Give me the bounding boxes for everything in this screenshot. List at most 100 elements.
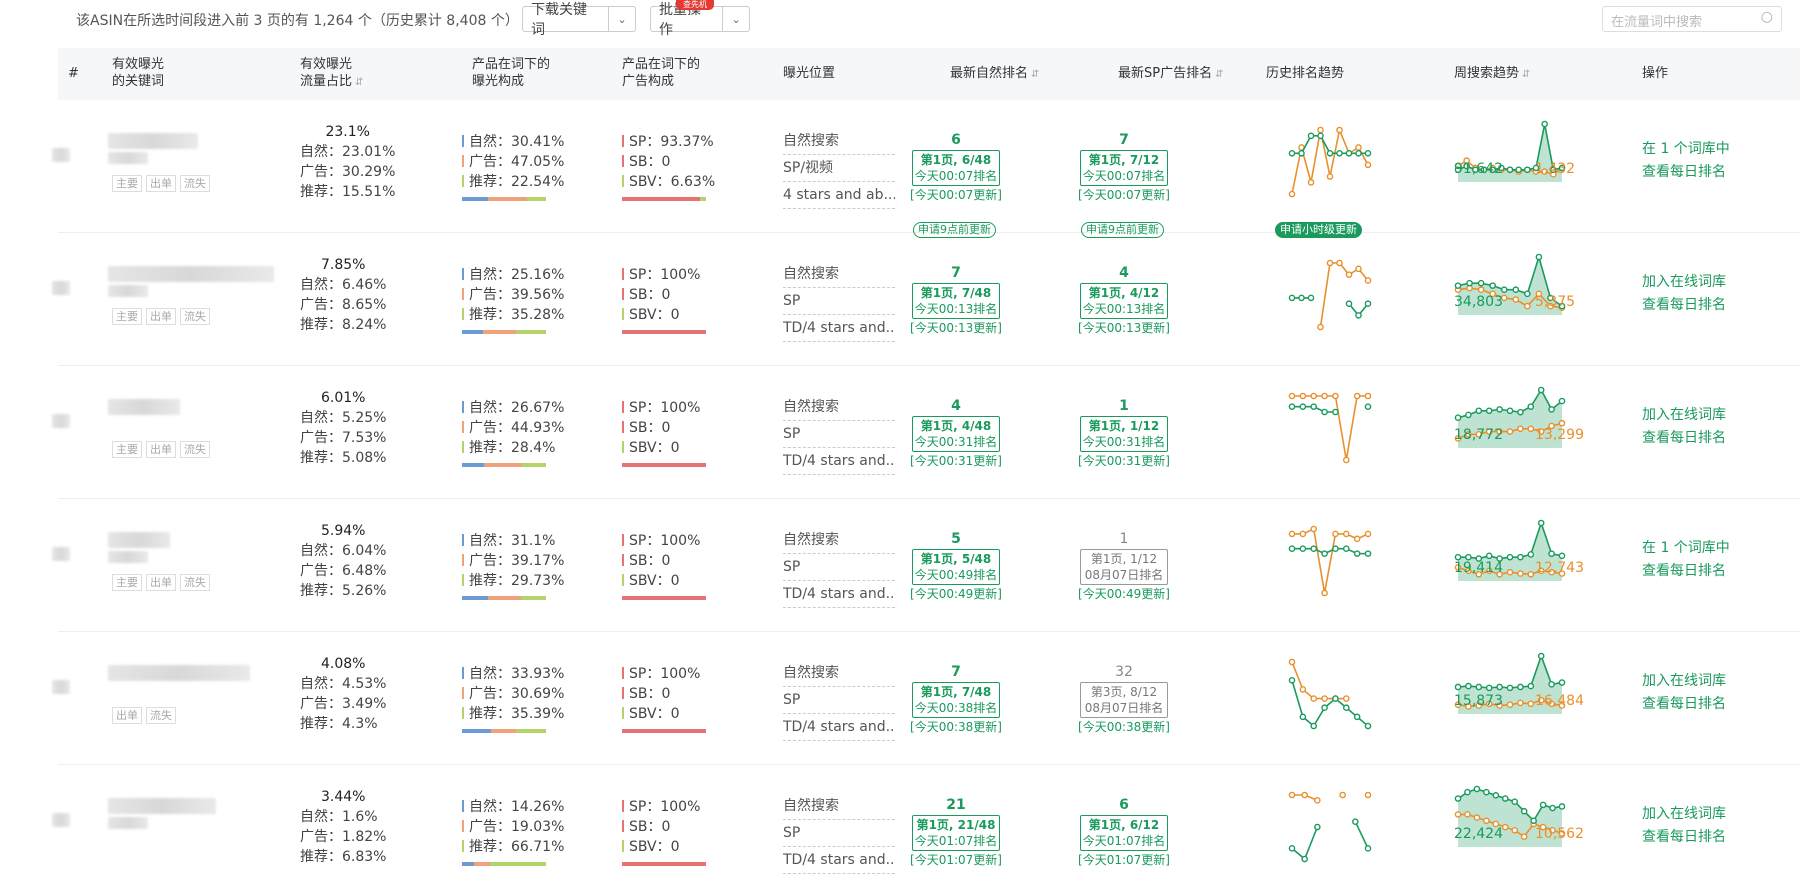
weekly-ad-point — [1483, 817, 1490, 825]
composition-label: SBV： — [629, 174, 671, 190]
traffic-share-label: 推荐： — [300, 583, 342, 599]
composition-label: 自然： — [469, 400, 511, 416]
organic-rank[interactable]: 5 第1页, 5/48 今天00:49排名 [今天00:49更新] — [906, 529, 1006, 603]
history-organic-point — [1345, 149, 1353, 157]
weekly-search-volume: 15,873 — [1454, 693, 1503, 709]
keyword-library-link[interactable]: 加入在线词库 — [1642, 404, 1726, 427]
traffic-share-line: 自然：1.6% — [300, 807, 386, 827]
traffic-share-label: 自然： — [300, 410, 342, 426]
organic-rank-updated: [今天00:38更新] — [910, 720, 1002, 734]
chevron-down-icon[interactable]: ⌄ — [723, 13, 749, 26]
sort-icon[interactable]: ⇵ — [355, 77, 363, 88]
composition-line: 广告：39.56% — [462, 285, 564, 305]
header-ad-line1: 产品在词下的 — [622, 57, 701, 72]
sp-rank-box: 第1页, 1/12 08月07日排名 — [1080, 549, 1168, 585]
weekly-search-point — [1506, 407, 1514, 415]
sort-icon[interactable]: ⇵ — [1031, 69, 1039, 80]
keyword-blurred — [108, 285, 148, 297]
daily-rank-link[interactable]: 查看每日排名 — [1642, 693, 1726, 716]
daily-rank-link[interactable]: 查看每日排名 — [1642, 161, 1730, 184]
composition-bar — [462, 862, 546, 866]
color-marker — [622, 707, 624, 719]
keyword-library-link[interactable]: 加入在线词库 — [1642, 271, 1726, 294]
daily-rank-link[interactable]: 查看每日排名 — [1642, 826, 1726, 849]
sort-icon[interactable]: ⇵ — [1522, 69, 1530, 80]
rank-history-chart[interactable] — [1288, 126, 1372, 198]
sp-rank[interactable]: 32 第3页, 8/12 08月07日排名 [今天00:38更新] — [1074, 662, 1174, 736]
organic-rank[interactable]: 6 第1页, 6/48 今天00:07排名 [今天00:07更新] — [906, 130, 1006, 204]
sp-rank-time: 08月07日排名 — [1084, 701, 1164, 715]
header-share[interactable]: 有效曝光 流量占比 ⇵ — [300, 56, 363, 91]
header-organic-rank[interactable]: 最新自然排名 ⇵ — [950, 65, 1039, 83]
weekly-search-point — [1527, 682, 1535, 690]
organic-rank-box: 第1页, 7/48 今天00:13排名 — [912, 283, 1000, 319]
keyword-library-link[interactable]: 在 1 个词库中 — [1642, 138, 1730, 161]
keyword-blurred[interactable] — [108, 266, 274, 282]
history-ad-point — [1345, 271, 1353, 278]
sp-rank[interactable]: 4 第1页, 4/12 今天00:13排名 [今天00:13更新] — [1074, 263, 1174, 337]
organic-rank[interactable]: 7 第1页, 7/48 今天00:13排名 [今天00:13更新] — [906, 263, 1006, 337]
traffic-share-value: 6.48% — [342, 563, 387, 579]
header-weekly[interactable]: 周搜索趋势 ⇵ — [1454, 65, 1530, 83]
composition-label: 广告： — [469, 154, 511, 170]
color-marker — [462, 288, 464, 300]
composition-line: SB：0 — [622, 684, 700, 704]
traffic-share-label: 推荐： — [300, 184, 342, 200]
weekly-search-point — [1539, 801, 1547, 809]
ad-composition: SP：100% SB：0 SBV：0 — [622, 531, 700, 591]
keyword-blurred[interactable] — [108, 532, 170, 548]
composition-bar — [622, 596, 706, 600]
composition-line: 推荐：22.54% — [462, 172, 564, 192]
composition-line: 广告：19.03% — [462, 817, 564, 837]
organic-rank[interactable]: 4 第1页, 4/48 今天00:31排名 [今天00:31更新] — [906, 396, 1006, 470]
history-ad-point — [1342, 530, 1350, 538]
sp-rank-box: 第1页, 6/12 今天01:07排名 — [1080, 815, 1168, 851]
sp-rank-time: 今天01:07排名 — [1082, 834, 1166, 848]
composition-label: SBV： — [629, 706, 671, 722]
history-organic-point — [1342, 704, 1350, 712]
keyword-library-link[interactable]: 加入在线词库 — [1642, 670, 1726, 693]
sp-rank[interactable]: 7 第1页, 7/12 今天00:07排名 [今天00:07更新] — [1074, 130, 1174, 204]
sp-rank[interactable]: 6 第1页, 6/12 今天01:07排名 [今天01:07更新] — [1074, 795, 1174, 869]
row-index-blurred — [52, 547, 70, 561]
header-sp-rank[interactable]: 最新SP广告排名 ⇵ — [1118, 65, 1223, 83]
keyword-blurred[interactable] — [108, 665, 250, 681]
sp-rank[interactable]: 1 第1页, 1/12 08月07日排名 [今天00:49更新] — [1074, 529, 1174, 603]
composition-bar-segment — [622, 729, 706, 733]
keyword-blurred[interactable] — [108, 133, 198, 149]
rank-history-chart[interactable] — [1288, 525, 1372, 597]
tag-badge: 出单 — [146, 574, 176, 591]
history-ad-point — [1317, 323, 1324, 331]
daily-rank-link[interactable]: 查看每日排名 — [1642, 560, 1730, 583]
rank-history-chart[interactable] — [1288, 658, 1372, 730]
keyword-library-link[interactable]: 加入在线词库 — [1642, 803, 1726, 826]
history-organic-point — [1326, 149, 1334, 157]
rank-history-chart[interactable] — [1288, 259, 1372, 331]
rank-history-chart[interactable] — [1288, 392, 1372, 464]
organic-rank-page: 第1页, 7/48 — [920, 685, 992, 699]
weekly-ad-point — [1464, 811, 1471, 818]
search-input[interactable]: 在流量词中搜索 ○ — [1602, 6, 1782, 32]
organic-rank[interactable]: 7 第1页, 7/48 今天00:38排名 [今天00:38更新] — [906, 662, 1006, 736]
composition-line: SBV：0 — [622, 438, 700, 458]
composition-bar — [622, 729, 706, 733]
history-organic-point — [1345, 300, 1353, 308]
keyword-blurred[interactable] — [108, 399, 180, 415]
daily-rank-link[interactable]: 查看每日排名 — [1642, 427, 1726, 450]
tag-badge: 出单 — [146, 308, 176, 325]
daily-rank-link[interactable]: 查看每日排名 — [1642, 294, 1726, 317]
composition-label: 推荐： — [469, 307, 511, 323]
chevron-down-icon[interactable]: ⌄ — [609, 13, 635, 26]
keyword-library-link[interactable]: 在 1 个词库中 — [1642, 537, 1730, 560]
search-icon[interactable]: ○ — [1761, 9, 1773, 25]
weekly-search-point — [1558, 803, 1566, 810]
rank-history-chart[interactable] — [1288, 791, 1372, 863]
weekly-ad-point — [1477, 286, 1485, 294]
sort-icon[interactable]: ⇵ — [1215, 69, 1223, 80]
color-marker — [462, 820, 464, 832]
download-keywords-button[interactable]: 下载关键词 ⌄ — [522, 2, 636, 38]
composition-bar-segment — [516, 729, 546, 733]
sp-rank[interactable]: 1 第1页, 1/12 今天00:31排名 [今天00:31更新] — [1074, 396, 1174, 470]
organic-rank[interactable]: 21 第1页, 21/48 今天01:07排名 [今天01:07更新] — [906, 795, 1006, 869]
keyword-blurred[interactable] — [108, 798, 216, 814]
